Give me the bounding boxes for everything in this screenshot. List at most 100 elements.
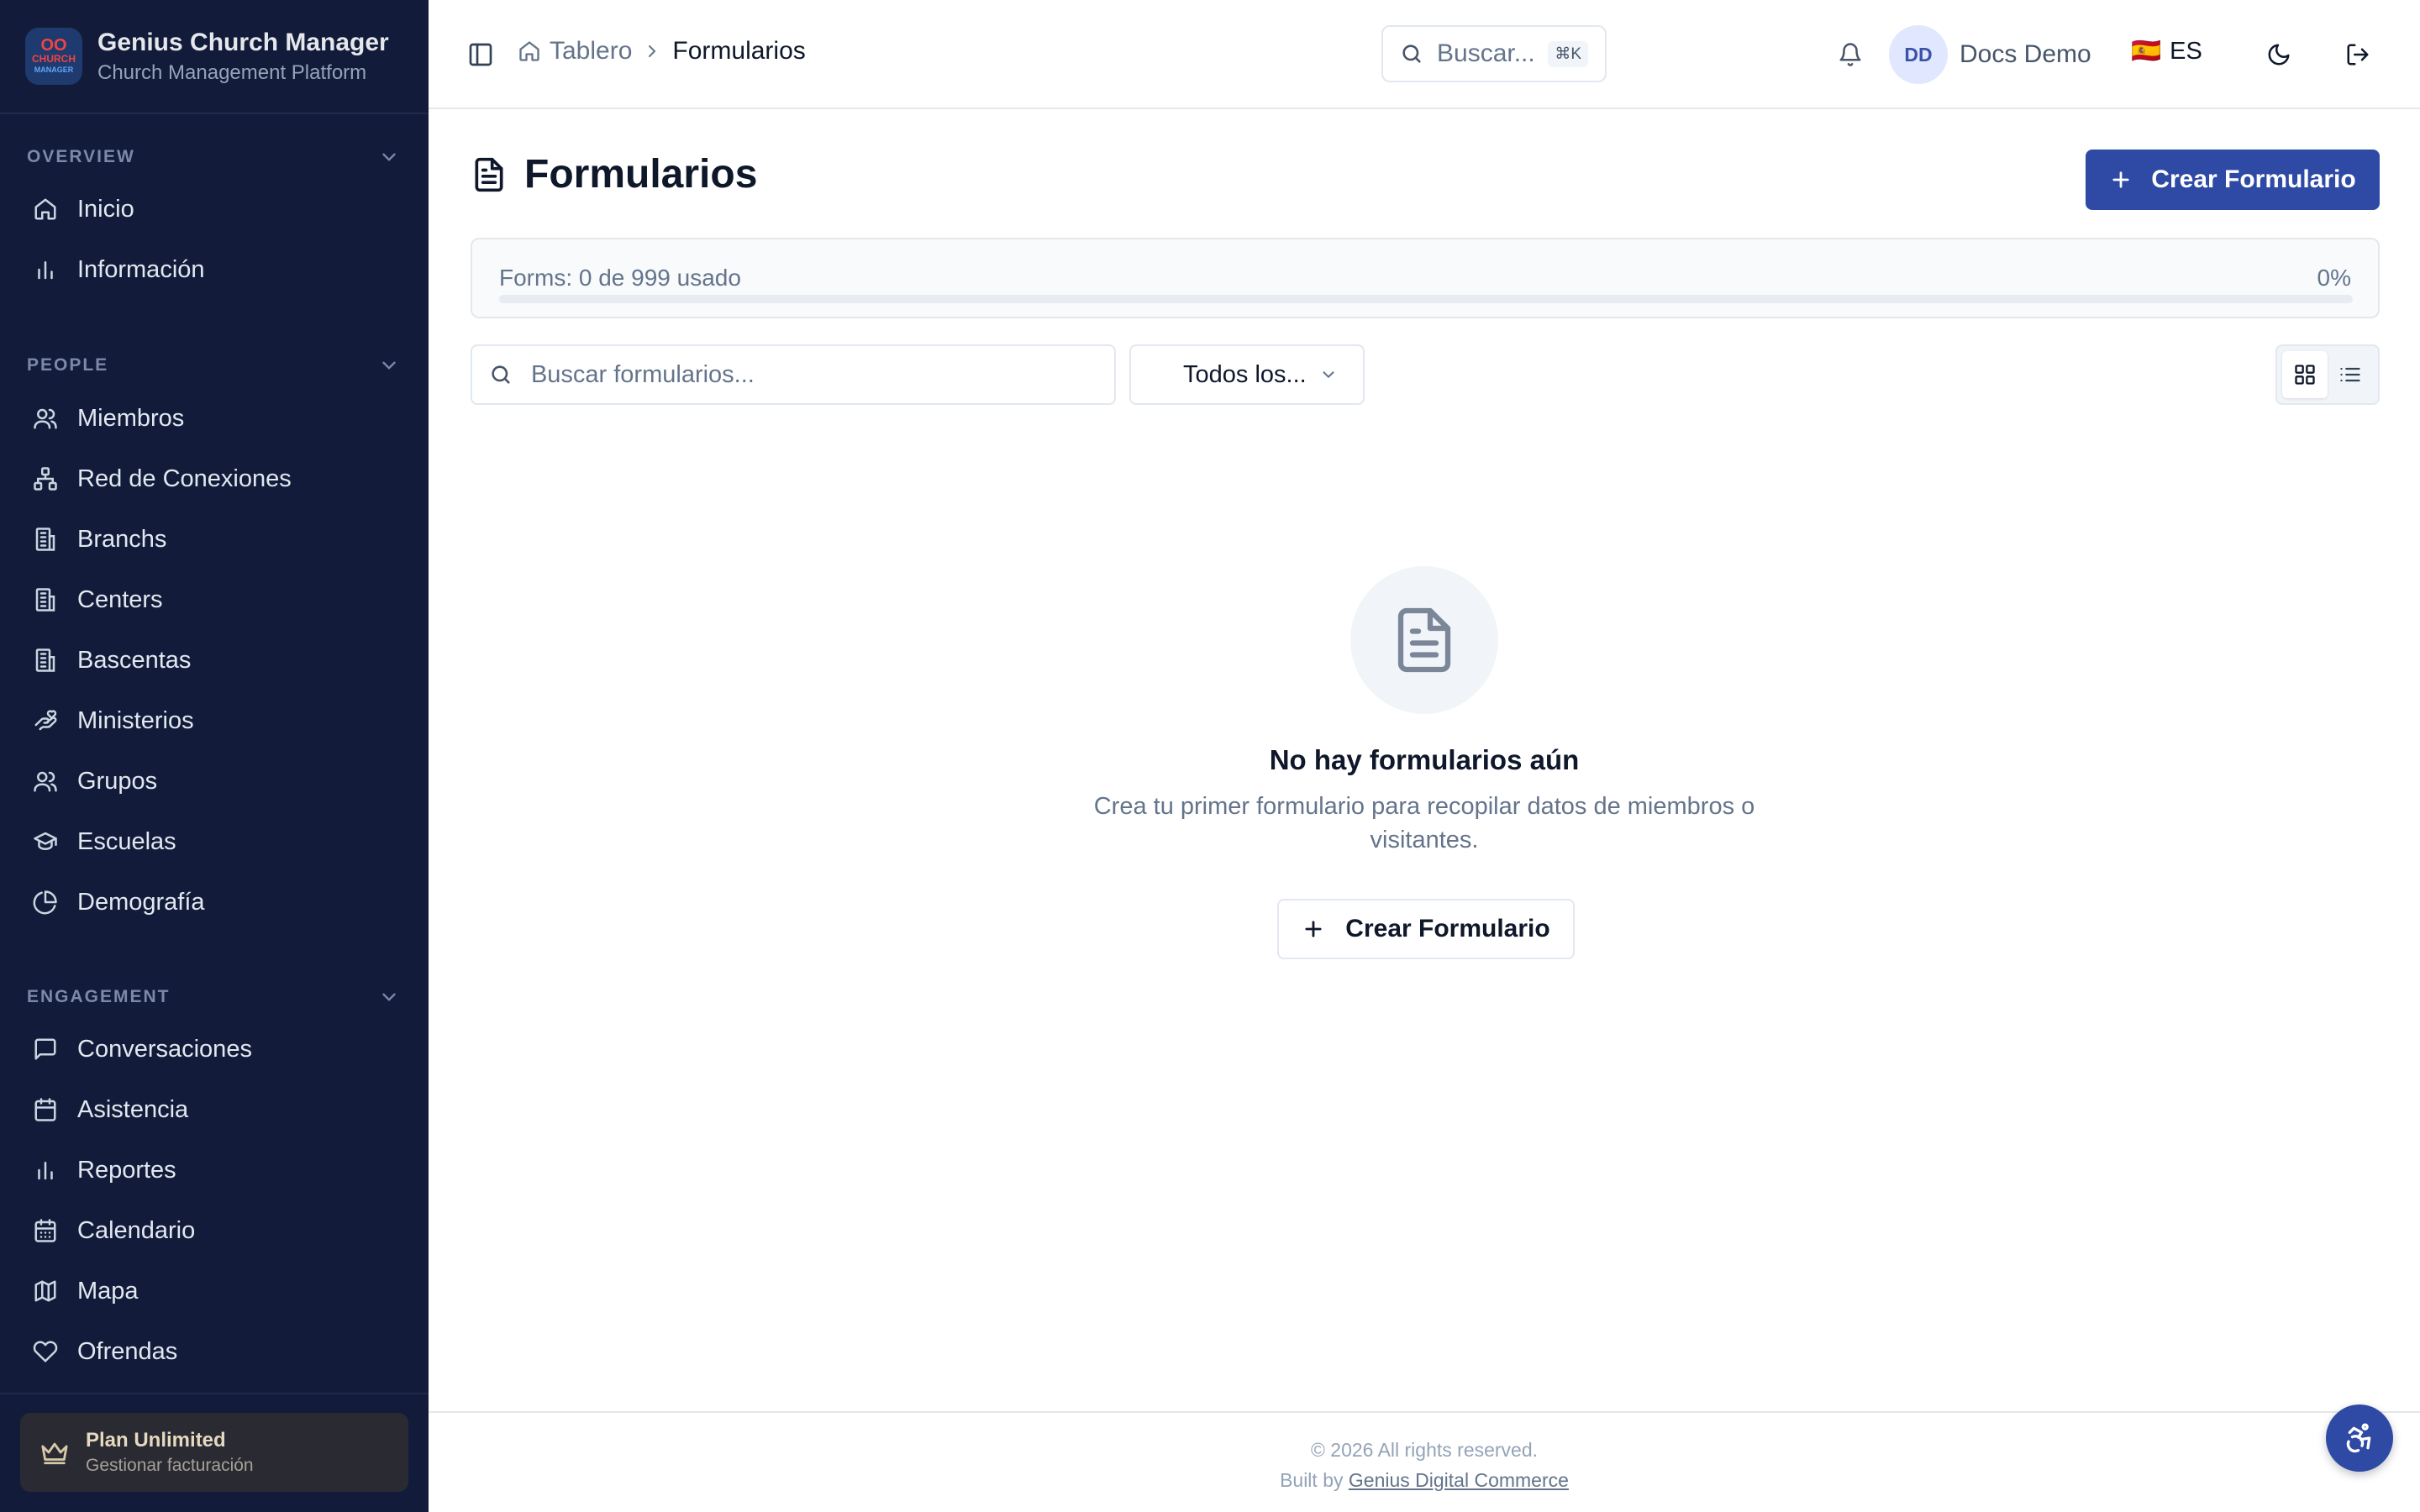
sidebar-item-label: Inicio xyxy=(77,195,134,223)
footer-company-link[interactable]: Genius Digital Commerce xyxy=(1349,1469,1569,1491)
calendar-grid-icon xyxy=(32,1217,59,1244)
section-engagement[interactable]: ENGAGEMENT xyxy=(0,983,429,1011)
sidebar-item-escuelas[interactable]: Escuelas xyxy=(0,811,429,872)
sidebar-item-ofrendas[interactable]: Ofrendas xyxy=(0,1321,429,1382)
usage-card: Forms: 0 de 999 usado 0% xyxy=(471,238,2380,318)
sidebar-item-red-de-conexiones[interactable]: Red de Conexiones xyxy=(0,449,429,509)
moon-icon xyxy=(2268,44,2290,66)
brand-logo: OO CHURCH MANAGER xyxy=(25,28,82,85)
building-icon xyxy=(32,526,59,553)
sidebar-item-label: Asistencia xyxy=(77,1095,189,1123)
sidebar-toggle-button[interactable] xyxy=(464,38,497,71)
usage-label: Forms: 0 de 999 usado xyxy=(499,265,741,291)
section-overview[interactable]: OVERVIEW xyxy=(0,143,429,171)
breadcrumb-home-link[interactable]: Tablero xyxy=(550,37,632,66)
brand[interactable]: OO CHURCH MANAGER Genius Church Manager … xyxy=(0,0,429,114)
crown-icon xyxy=(40,1438,69,1467)
map-icon xyxy=(32,1278,59,1305)
view-toggle xyxy=(2275,344,2380,405)
page-title-text: Formularios xyxy=(524,152,758,197)
sidebar-item-bascentas[interactable]: Bascentas xyxy=(0,630,429,690)
empty-create-form-label: Crear Formulario xyxy=(1345,915,1550,942)
sidebar-item-inicio[interactable]: Inicio xyxy=(0,179,429,239)
sidebar: OO CHURCH MANAGER Genius Church Manager … xyxy=(0,0,429,1512)
grid-view-button[interactable] xyxy=(2282,351,2328,398)
plan-title: Plan Unlimited xyxy=(86,1429,226,1452)
sidebar-item-label: Conversaciones xyxy=(77,1035,252,1063)
sidebar-item-asistencia[interactable]: Asistencia xyxy=(0,1079,429,1140)
forms-search-field[interactable] xyxy=(471,344,1116,405)
notifications-button[interactable] xyxy=(1833,38,1867,71)
user-menu[interactable]: DD Docs Demo xyxy=(1889,25,2091,84)
forms-search-input[interactable] xyxy=(530,360,1097,389)
sidebar-item-label: Ministerios xyxy=(77,706,194,734)
empty-state-illustration xyxy=(1350,566,1498,714)
message-icon xyxy=(32,1036,59,1063)
sidebar-item-miembros[interactable]: Miembros xyxy=(0,388,429,449)
plus-icon xyxy=(1305,921,1322,937)
list-icon xyxy=(2340,367,2360,382)
sidebar-item-informacion[interactable]: Información xyxy=(0,239,429,300)
search-icon xyxy=(492,365,510,384)
section-people[interactable]: PEOPLE xyxy=(0,351,429,380)
heart-icon xyxy=(32,1338,59,1365)
search-shortcut: ⌘K xyxy=(1548,40,1588,67)
sidebar-item-conversaciones[interactable]: Conversaciones xyxy=(0,1019,429,1079)
logo-text-top: CHURCH xyxy=(32,53,76,65)
chevron-down-icon xyxy=(382,153,396,161)
pie-chart-icon xyxy=(32,889,59,916)
users-icon xyxy=(32,768,59,795)
sidebar-item-reportes[interactable]: Reportes xyxy=(0,1140,429,1200)
file-text-icon xyxy=(475,157,503,192)
usage-progress-bar xyxy=(499,295,2353,303)
sidebar-item-label: Reportes xyxy=(77,1156,176,1184)
logout-button[interactable] xyxy=(2341,38,2375,71)
plus-icon xyxy=(2112,171,2129,188)
global-search-button[interactable]: Buscar... ⌘K xyxy=(1381,25,1607,82)
user-name: Docs Demo xyxy=(1960,40,2091,68)
section-title: ENGAGEMENT xyxy=(27,987,171,1006)
sidebar-item-demografia[interactable]: Demografía xyxy=(0,872,429,932)
sidebar-item-label: Grupos xyxy=(77,767,158,795)
breadcrumb-current: Formularios xyxy=(672,37,806,65)
logout-icon xyxy=(2347,44,2369,66)
sidebar-item-grupos[interactable]: Grupos xyxy=(0,751,429,811)
status-filter-value: Todos los... xyxy=(1183,360,1307,388)
flag-icon: 🇪🇸 xyxy=(2131,38,2162,65)
accessibility-icon xyxy=(2346,1423,2371,1453)
sidebar-item-calendario[interactable]: Calendario xyxy=(0,1200,429,1261)
sidebar-item-label: Mapa xyxy=(77,1277,139,1305)
logo-mark: OO xyxy=(40,36,67,55)
bar-chart-icon xyxy=(32,1157,59,1184)
top-header: Tablero Formularios Buscar... ⌘K DD Docs… xyxy=(429,0,2420,109)
sidebar-item-branchs[interactable]: Branchs xyxy=(0,509,429,570)
bell-icon xyxy=(1839,43,1861,66)
building-icon xyxy=(32,586,59,613)
language-selector[interactable]: 🇪🇸 ES xyxy=(2131,37,2202,66)
list-view-button[interactable] xyxy=(2328,351,2373,398)
search-icon xyxy=(1402,45,1421,63)
building-icon xyxy=(32,647,59,674)
calendar-icon xyxy=(32,1096,59,1123)
sidebar-item-label: Branchs xyxy=(77,525,167,553)
create-form-button[interactable]: Crear Formulario xyxy=(2086,150,2380,210)
empty-create-form-button[interactable]: Crear Formulario xyxy=(1277,899,1575,959)
sidebar-item-centers[interactable]: Centers xyxy=(0,570,429,630)
footer-built-by: Built by Genius Digital Commerce xyxy=(429,1465,2420,1495)
plan-card[interactable]: Plan Unlimited Gestionar facturación xyxy=(20,1413,408,1492)
language-code: ES xyxy=(2170,37,2202,65)
theme-toggle-button[interactable] xyxy=(2262,38,2296,71)
chevron-right-icon xyxy=(649,45,656,57)
accessibility-button[interactable] xyxy=(2326,1404,2393,1472)
empty-state-description: Crea tu primer formulario para recopilar… xyxy=(1093,793,1755,853)
sidebar-item-label: Calendario xyxy=(77,1216,196,1244)
sidebar-item-ministerios[interactable]: Ministerios xyxy=(0,690,429,751)
footer-copyright: © 2026 All rights reserved. xyxy=(1310,1439,1539,1461)
sidebar-item-mapa[interactable]: Mapa xyxy=(0,1261,429,1321)
main-content: Formularios Crear Formulario Forms: 0 de… xyxy=(429,109,2420,1411)
page-title: Formularios xyxy=(471,151,757,197)
status-filter-select[interactable]: Todos los... xyxy=(1129,344,1365,405)
bar-chart-icon xyxy=(32,256,59,283)
sidebar-item-label: Información xyxy=(77,255,205,283)
global-search-placeholder: Buscar... xyxy=(1437,39,1535,67)
